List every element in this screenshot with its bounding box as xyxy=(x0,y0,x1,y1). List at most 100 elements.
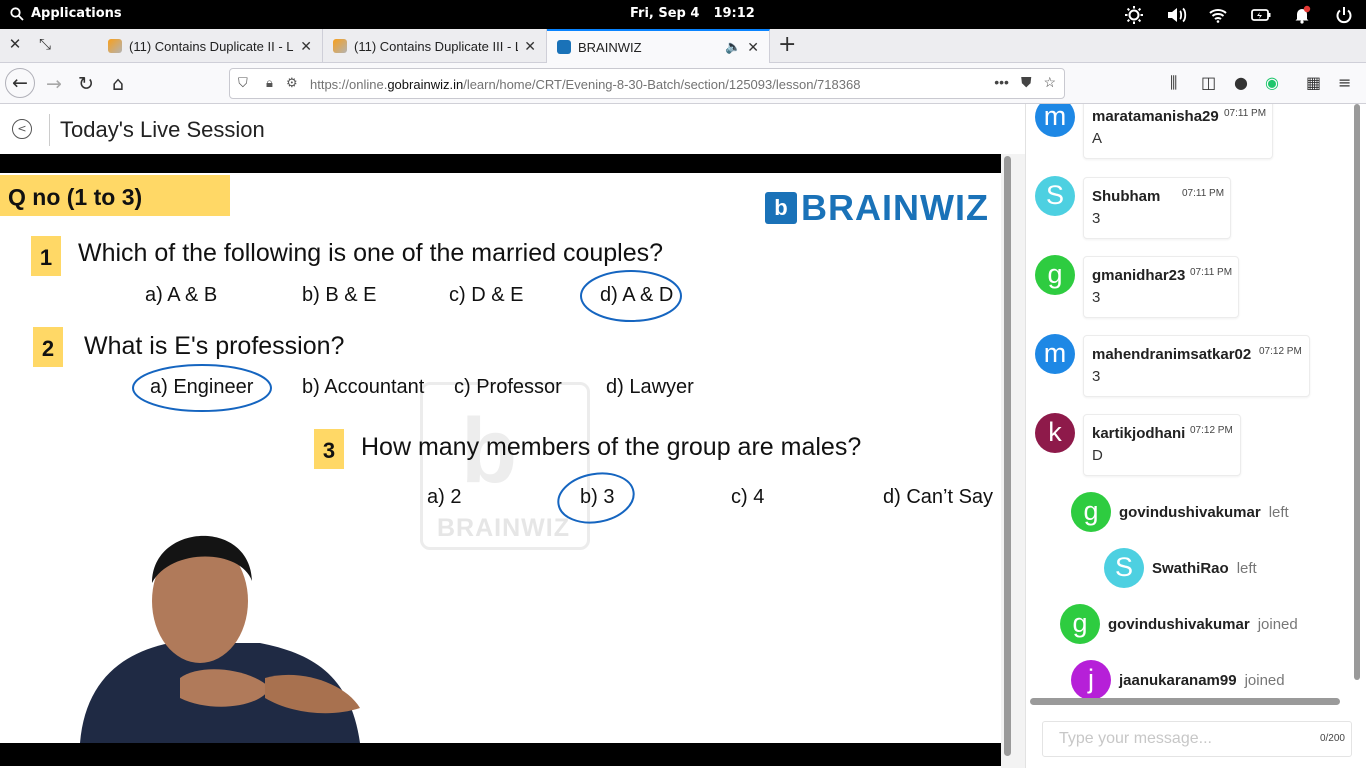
question-number: 3 xyxy=(314,429,344,469)
option: a) A & B xyxy=(145,284,218,306)
chat-timestamp: 07:12 PM xyxy=(1190,425,1233,436)
forward-button[interactable]: → xyxy=(40,70,68,98)
speaker-icon[interactable]: 🔈 xyxy=(725,39,741,55)
tab-brainwiz[interactable]: BRAINWIZ 🔈 ✕ xyxy=(547,29,770,63)
chat-text: D xyxy=(1092,447,1103,464)
chat-username: mahendranimsatkar02 xyxy=(1092,346,1252,363)
restore-window-icon[interactable]: ⤡ xyxy=(35,35,55,53)
event-username: SwathiRao xyxy=(1152,559,1229,577)
chat-event-left: g govindushivakumar left xyxy=(1071,492,1289,532)
page-title: Today's Live Session xyxy=(60,117,265,142)
question-range-banner: Q no (1 to 3) xyxy=(0,175,230,216)
chat-username: kartikjodhani xyxy=(1092,425,1186,442)
chat-message: mahendranimsatkar02 07:12 PM 3 xyxy=(1083,335,1310,397)
page-scrollbar[interactable] xyxy=(1001,154,1025,768)
wifi-icon[interactable] xyxy=(1208,5,1230,25)
avatar: g xyxy=(1035,255,1075,295)
brainwiz-favicon-icon xyxy=(557,40,571,54)
tab-contains-duplicate-ii[interactable]: (11) Contains Duplicate II - Le ✕ xyxy=(98,29,323,63)
close-tab-icon[interactable]: ✕ xyxy=(747,39,759,56)
chat-username: gmanidhar23 xyxy=(1092,267,1186,284)
avatar: m xyxy=(1035,334,1075,374)
tab-contains-duplicate-iii[interactable]: (11) Contains Duplicate III - Le ✕ xyxy=(323,29,547,63)
applications-menu[interactable]: Applications xyxy=(10,6,122,21)
tracking-shield-icon[interactable]: ⛉ xyxy=(238,75,248,91)
system-top-bar: Applications Fri, Sep 4 19:12 xyxy=(0,0,1366,29)
event-action: joined xyxy=(1244,671,1285,689)
leetcode-icon xyxy=(333,39,347,53)
volume-icon[interactable] xyxy=(1166,5,1188,25)
night-light-icon[interactable] xyxy=(1124,5,1146,25)
close-tab-icon[interactable]: ✕ xyxy=(524,38,536,55)
avatar: S xyxy=(1104,548,1144,588)
event-action: joined xyxy=(1257,615,1298,633)
chat-message-input[interactable] xyxy=(1043,722,1293,756)
chat-composer: 0/200 xyxy=(1042,721,1352,757)
home-button[interactable]: ⌂ xyxy=(104,70,132,98)
extensions-icon[interactable]: ▦ xyxy=(1306,73,1321,92)
back-button[interactable]: ← xyxy=(5,68,35,98)
chat-message-list[interactable]: m maratamanisha29 07:11 PM A S Shubham 0… xyxy=(1026,104,1366,704)
tab-label: (11) Contains Duplicate II - Le xyxy=(129,38,295,54)
video-letterbox xyxy=(0,743,1001,766)
search-icon xyxy=(10,6,24,21)
option: b) Accountant xyxy=(302,376,425,398)
chat-text: 3 xyxy=(1092,368,1101,385)
account-icon[interactable]: ● xyxy=(1234,73,1248,92)
chat-text: 3 xyxy=(1092,210,1101,227)
page-header: < Today's Live Session xyxy=(0,104,1025,154)
question-number: 2 xyxy=(33,327,63,367)
option: d) Can’t Say xyxy=(883,486,994,508)
brainwiz-logo: b BRAINWIZ xyxy=(765,187,989,229)
chat-event-left: S SwathiRao left xyxy=(1104,548,1257,588)
library-icon[interactable]: ⫼ xyxy=(1170,73,1177,93)
bookmark-star-icon[interactable]: ☆ xyxy=(1043,74,1056,91)
lock-icon[interactable]: 🔒︎ xyxy=(266,75,273,91)
battery-icon[interactable] xyxy=(1250,5,1272,25)
notification-bell-icon[interactable] xyxy=(1292,5,1314,25)
clock-time: 19:12 xyxy=(713,6,755,21)
chat-message: maratamanisha29 07:11 PM A xyxy=(1083,104,1273,159)
permissions-icon[interactable]: ⚙ xyxy=(286,75,298,91)
url-bar[interactable]: ⛉ 🔒︎ ⚙ https://online.gobrainwiz.in/lear… xyxy=(229,68,1065,99)
option: c) Professor xyxy=(454,376,562,398)
page-scrollbar-thumb[interactable] xyxy=(1004,156,1011,756)
browser-nav-bar: ← → ↻ ⌂ ⛉ 🔒︎ ⚙ https://online.gobrainwiz… xyxy=(0,63,1366,104)
leetcode-icon xyxy=(108,39,122,53)
tab-label: (11) Contains Duplicate III - Le xyxy=(354,38,519,54)
browser-tab-strip: ✕ ⤡ (11) Contains Duplicate II - Le ✕ (1… xyxy=(0,29,1366,63)
reload-button[interactable]: ↻ xyxy=(72,70,100,98)
question-text: What is E's profession? xyxy=(84,332,345,360)
chat-timestamp: 07:11 PM xyxy=(1224,108,1267,119)
chat-panel: m maratamanisha29 07:11 PM A S Shubham 0… xyxy=(1025,104,1366,768)
chat-username: Shubham xyxy=(1092,188,1161,205)
page-actions-icon[interactable]: ••• xyxy=(994,74,1009,91)
chat-username: maratamanisha29 xyxy=(1092,108,1219,125)
menu-icon[interactable]: ≡ xyxy=(1338,73,1351,92)
chat-vertical-scrollbar[interactable] xyxy=(1353,104,1361,684)
new-tab-icon[interactable]: + xyxy=(778,32,796,57)
chat-horizontal-scrollbar[interactable] xyxy=(1030,698,1340,705)
close-window-icon[interactable]: ✕ xyxy=(5,35,25,53)
header-divider xyxy=(49,114,50,146)
power-icon[interactable] xyxy=(1334,5,1356,25)
chat-timestamp: 07:12 PM xyxy=(1259,346,1302,357)
option: d) Lawyer xyxy=(606,376,694,398)
live-video-player[interactable]: Q no (1 to 3) b BRAINWIZ b BRAINWIZ 1 Wh… xyxy=(0,154,1001,766)
pocket-icon[interactable]: ⛊ xyxy=(1021,74,1032,91)
close-tab-icon[interactable]: ✕ xyxy=(300,38,312,55)
chat-timestamp: 07:11 PM xyxy=(1182,188,1225,199)
avatar: S xyxy=(1035,176,1075,216)
grammarly-icon[interactable]: ◉ xyxy=(1265,73,1279,92)
option: c) 4 xyxy=(731,486,765,508)
back-circle-icon[interactable]: < xyxy=(12,119,32,139)
chat-timestamp: 07:11 PM xyxy=(1190,267,1233,278)
option: b) B & E xyxy=(302,284,377,306)
tab-label: BRAINWIZ xyxy=(578,39,642,55)
applications-label: Applications xyxy=(31,6,122,21)
event-username: govindushivakumar xyxy=(1108,615,1250,633)
chat-scrollbar-thumb[interactable] xyxy=(1354,104,1360,680)
sidebar-toggle-icon[interactable]: ◫ xyxy=(1201,73,1216,92)
question-text: How many members of the group are males? xyxy=(361,433,862,461)
clock[interactable]: Fri, Sep 4 19:12 xyxy=(630,6,755,21)
